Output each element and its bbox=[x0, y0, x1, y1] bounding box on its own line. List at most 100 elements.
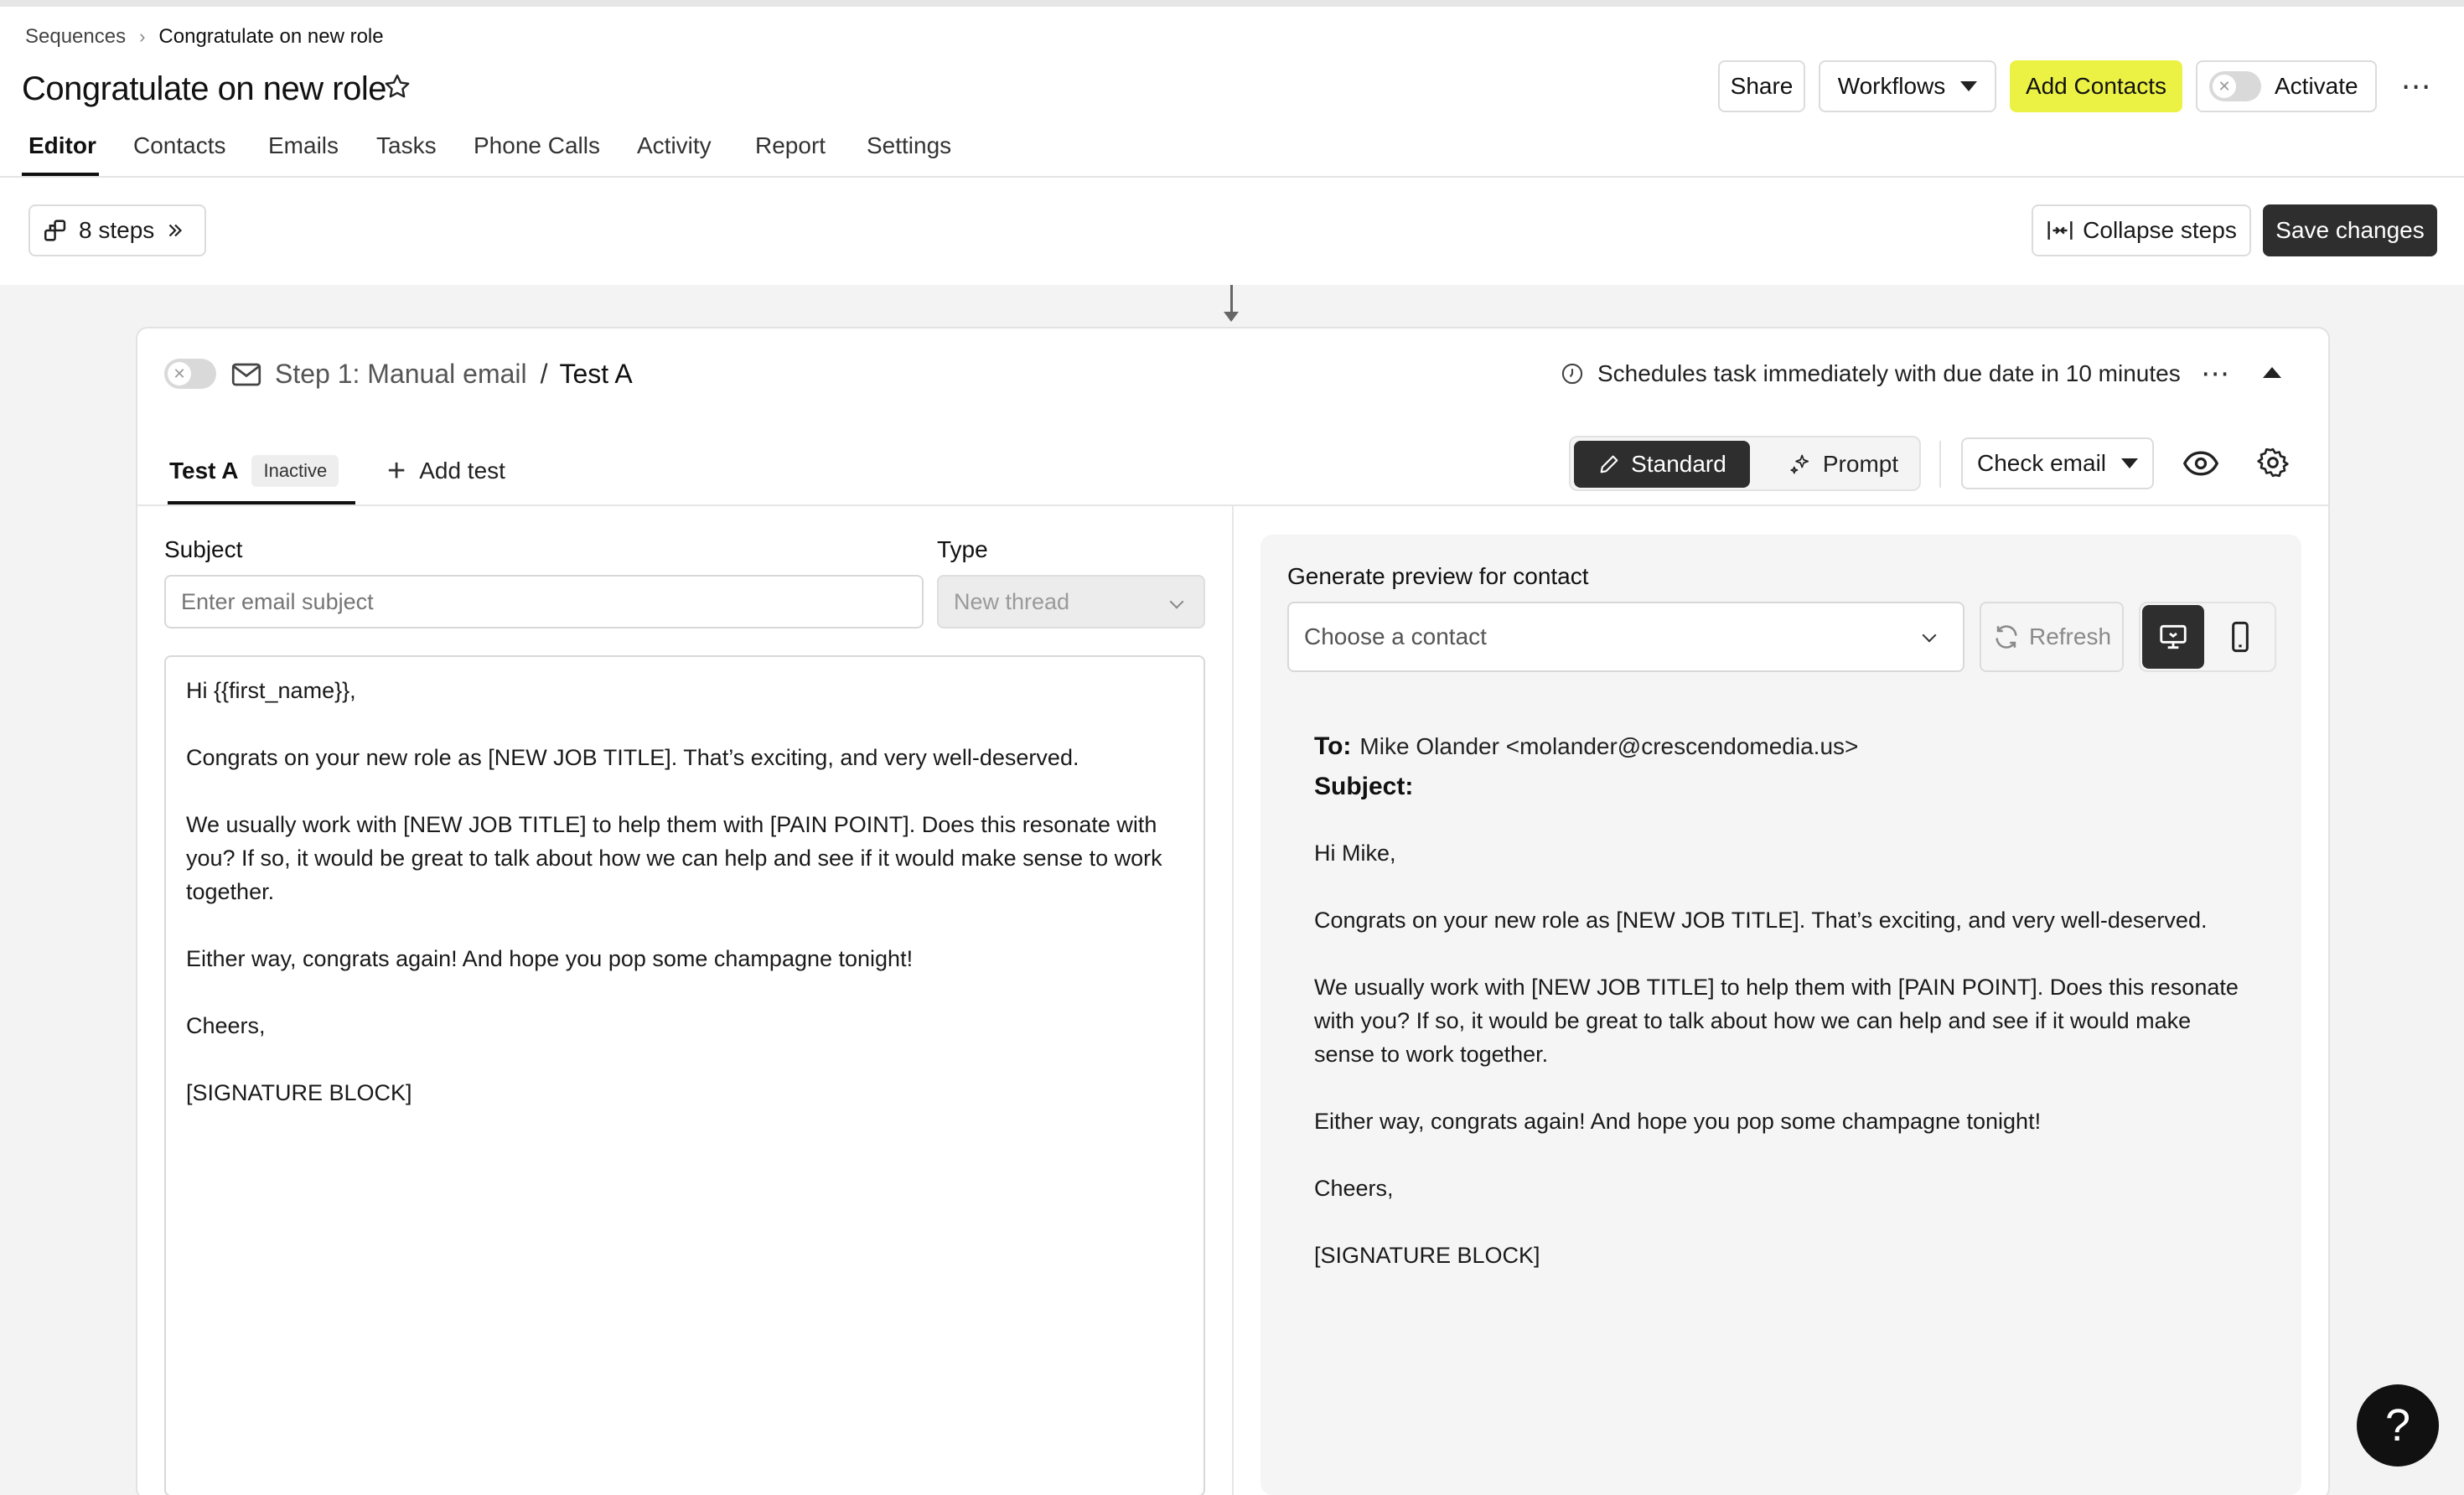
add-contacts-button[interactable]: Add Contacts bbox=[2010, 60, 2182, 112]
collapse-step-icon[interactable] bbox=[2263, 367, 2281, 378]
more-options-icon[interactable]: ⋯ bbox=[2395, 65, 2437, 107]
double-chevron-right-icon bbox=[169, 224, 183, 237]
steps-button[interactable]: 8 steps bbox=[28, 204, 206, 256]
mobile-view-button[interactable] bbox=[2209, 605, 2271, 669]
arrow-down-icon bbox=[1224, 312, 1239, 322]
step-test-name: Test A bbox=[559, 358, 633, 389]
step-more-options-icon[interactable]: ⋯ bbox=[2194, 355, 2236, 392]
preview-to-label: To: bbox=[1314, 732, 1352, 760]
collapse-steps-label: Collapse steps bbox=[2083, 217, 2237, 243]
preview-body-line: Hi Mike, bbox=[1314, 841, 1396, 866]
sparkle-icon bbox=[1790, 454, 1809, 474]
caret-down-icon bbox=[1960, 81, 1978, 91]
type-select-value: New thread bbox=[954, 588, 1070, 614]
email-body-line: Either way, congrats again! And hope you… bbox=[186, 946, 914, 971]
workflows-label: Workflows bbox=[1837, 73, 1946, 99]
steps-icon bbox=[44, 220, 66, 241]
step-title: Step 1: Manual email / Test A bbox=[275, 355, 633, 392]
tab-bar: Editor Contacts Emails Tasks Phone Calls… bbox=[0, 117, 2464, 178]
x-icon: ✕ bbox=[2213, 75, 2236, 98]
chevron-down-icon bbox=[1922, 628, 1937, 643]
activate-label: Activate bbox=[2275, 73, 2358, 99]
x-icon: ✕ bbox=[168, 362, 191, 385]
tab-emails[interactable]: Emails bbox=[268, 129, 339, 163]
tab-report[interactable]: Report bbox=[755, 129, 826, 163]
workflows-dropdown[interactable]: Workflows bbox=[1819, 60, 1996, 112]
check-email-label: Check email bbox=[1976, 450, 2107, 476]
contact-select[interactable]: Choose a contact bbox=[1287, 602, 1964, 672]
page-title: Congratulate on new role bbox=[22, 70, 386, 107]
subject-input[interactable] bbox=[164, 575, 924, 629]
collapse-steps-button[interactable]: Collapse steps bbox=[2032, 204, 2251, 256]
help-button[interactable]: ? bbox=[2357, 1384, 2439, 1467]
collapse-icon bbox=[2047, 221, 2073, 240]
add-test-label: Add test bbox=[419, 458, 505, 484]
clock-icon bbox=[1561, 363, 1583, 385]
step-title-separator: / bbox=[540, 358, 548, 389]
step-enable-toggle[interactable]: ✕ bbox=[164, 359, 216, 389]
breadcrumb-current: Congratulate on new role bbox=[158, 25, 384, 48]
preview-subject-label: Subject: bbox=[1314, 773, 1414, 800]
share-button[interactable]: Share bbox=[1718, 60, 1805, 112]
tab-activity[interactable]: Activity bbox=[637, 129, 712, 163]
toolbar-divider bbox=[1939, 441, 1941, 488]
tab-tasks[interactable]: Tasks bbox=[376, 129, 437, 163]
step-schedule: Schedules task immediately with due date… bbox=[1561, 355, 2181, 392]
preview-body-line: Cheers, bbox=[1314, 1176, 1394, 1201]
refresh-label: Refresh bbox=[2028, 623, 2112, 649]
status-badge: Inactive bbox=[251, 455, 339, 487]
preview-to-value: Mike Olander <molander@crescendomedia.us… bbox=[1359, 733, 1859, 759]
add-test-button[interactable]: + Add test bbox=[387, 453, 505, 489]
mobile-icon bbox=[2232, 621, 2249, 653]
mode-prompt-button[interactable]: Prompt bbox=[1777, 441, 1911, 488]
email-body-line: We usually work with [NEW JOB TITLE] to … bbox=[186, 812, 1162, 904]
top-border bbox=[0, 0, 2464, 7]
mail-icon bbox=[231, 363, 261, 386]
preview-email-body: Hi Mike, Congrats on your new role as [N… bbox=[1314, 836, 2253, 1306]
test-tab-label: Test A bbox=[169, 458, 239, 484]
desktop-icon bbox=[2160, 624, 2187, 649]
chevron-right-icon: › bbox=[139, 26, 146, 47]
refresh-button[interactable]: Refresh bbox=[1980, 602, 2124, 672]
activate-switch[interactable]: ✕ bbox=[2209, 71, 2261, 101]
email-body-line: Congrats on your new role as [NEW JOB TI… bbox=[186, 745, 1079, 770]
pencil-icon bbox=[1600, 455, 1618, 473]
email-body-line: Hi {{first_name}}, bbox=[186, 678, 356, 703]
email-body-line: [SIGNATURE BLOCK] bbox=[186, 1080, 412, 1105]
active-tab-indicator bbox=[22, 173, 99, 176]
check-email-dropdown[interactable]: Check email bbox=[1961, 437, 2154, 489]
mode-standard-button[interactable]: Standard bbox=[1574, 441, 1750, 488]
preview-label: Generate preview for contact bbox=[1287, 563, 1589, 589]
tab-settings[interactable]: Settings bbox=[867, 129, 951, 163]
desktop-view-button[interactable] bbox=[2142, 605, 2204, 669]
chevron-down-icon bbox=[1169, 594, 1184, 609]
subject-label: Subject bbox=[164, 536, 243, 562]
type-select[interactable]: New thread bbox=[937, 575, 1205, 629]
eye-icon[interactable] bbox=[2182, 447, 2219, 479]
preview-body-line: [SIGNATURE BLOCK] bbox=[1314, 1243, 1540, 1268]
mode-prompt-label: Prompt bbox=[1822, 451, 1899, 477]
activate-toggle[interactable]: ✕ Activate bbox=[2196, 60, 2377, 112]
preview-body-line: We usually work with [NEW JOB TITLE] to … bbox=[1314, 975, 2239, 1067]
editor-preview-divider bbox=[1232, 506, 1234, 1495]
preview-body-line: Congrats on your new role as [NEW JOB TI… bbox=[1314, 908, 2208, 933]
preview-to-line: To: Mike Olander <molander@crescendomedi… bbox=[1314, 729, 1858, 764]
caret-down-icon bbox=[2121, 458, 2139, 468]
step-name: Step 1: Manual email bbox=[275, 358, 527, 389]
tab-contacts[interactable]: Contacts bbox=[133, 129, 226, 163]
gear-icon[interactable] bbox=[2256, 446, 2290, 479]
star-icon[interactable] bbox=[382, 72, 412, 102]
plus-icon: + bbox=[387, 453, 406, 489]
tab-editor[interactable]: Editor bbox=[28, 129, 96, 163]
breadcrumb: Sequences › Congratulate on new role bbox=[25, 23, 384, 50]
tab-phone-calls[interactable]: Phone Calls bbox=[474, 129, 600, 163]
steps-count: 8 steps bbox=[79, 217, 155, 243]
save-changes-button[interactable]: Save changes bbox=[2263, 204, 2437, 256]
refresh-icon bbox=[1996, 625, 2017, 649]
email-body-editor[interactable]: Hi {{first_name}}, Congrats on your new … bbox=[164, 655, 1205, 1495]
preview-body-line: Either way, congrats again! And hope you… bbox=[1314, 1109, 2042, 1134]
contact-select-placeholder: Choose a contact bbox=[1304, 623, 1487, 649]
breadcrumb-sequences-link[interactable]: Sequences bbox=[25, 25, 126, 49]
type-label: Type bbox=[937, 536, 988, 562]
test-tab-a[interactable]: Test A Inactive bbox=[169, 453, 339, 489]
